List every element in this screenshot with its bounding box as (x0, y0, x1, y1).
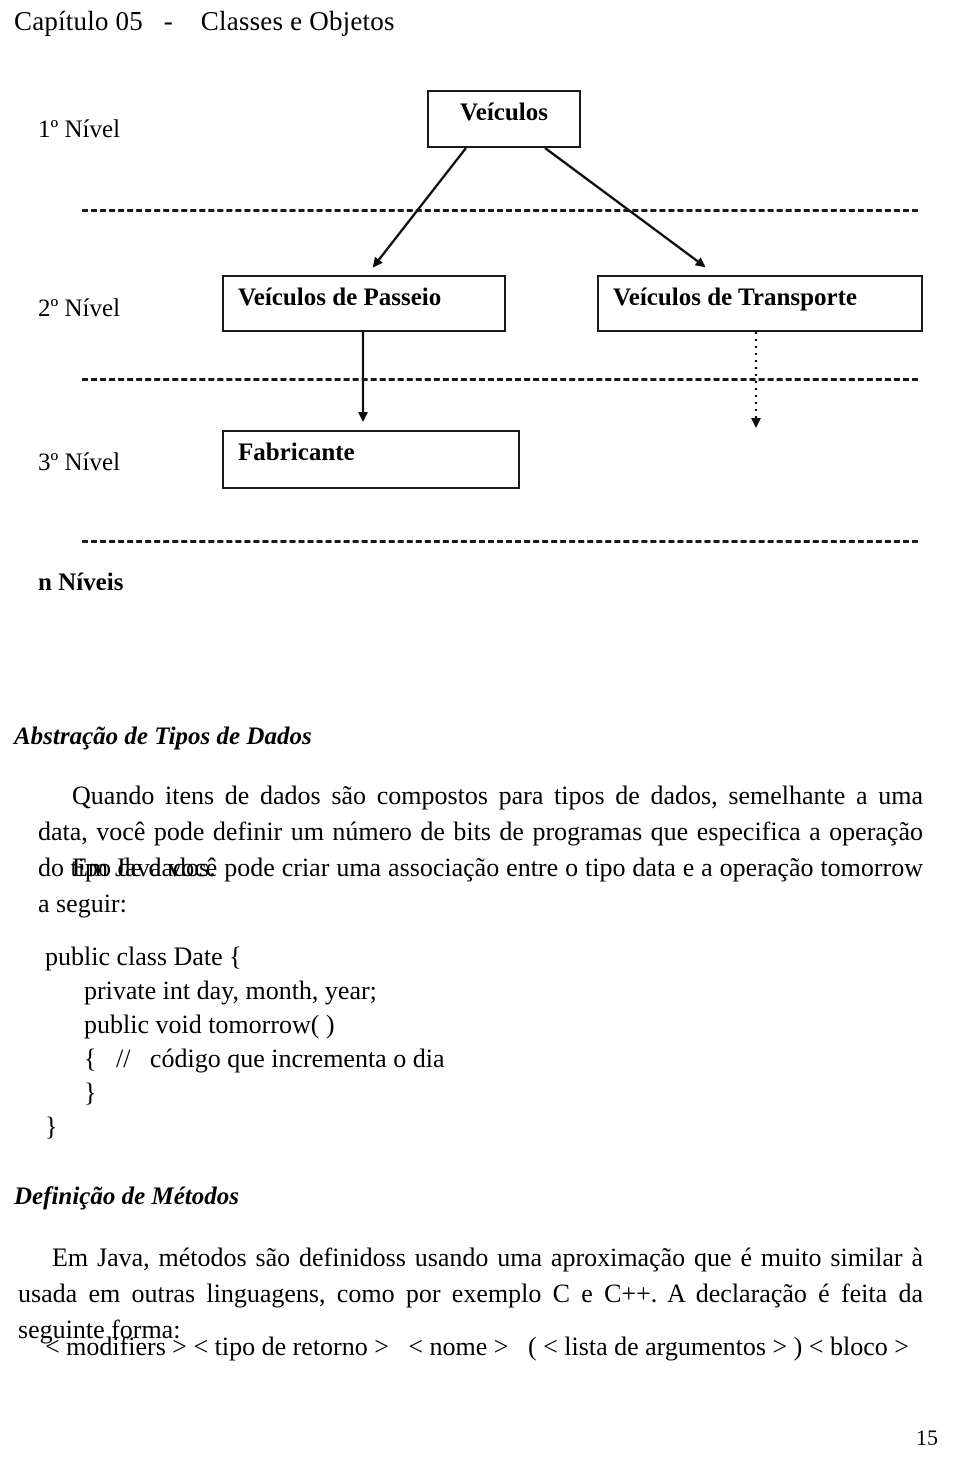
page-number: 15 (916, 1425, 938, 1450)
diagram-level-label-3: 3º Nível (38, 449, 121, 476)
diagram-separator-3 (82, 540, 918, 543)
diagram-level-label-2: 2º Nível (38, 295, 121, 322)
diagram-separator-2 (82, 378, 918, 381)
paragraph-abstracao-2-text: Em Java você pode criar uma associação e… (38, 853, 923, 918)
diagram-node-veiculos-label: Veículos (460, 99, 548, 126)
diagram-node-veiculos-de-transporte-label: Veículos de Transporte (613, 284, 857, 311)
paragraph-abstracao-2: Em Java você pode criar uma associação e… (38, 850, 923, 922)
diagram-connectors (358, 147, 761, 428)
method-declaration-syntax: < modifiers > < tipo de retorno > < nome… (45, 1332, 909, 1361)
diagram-node-veiculos-de-transporte[interactable]: Veículos de Transporte (597, 275, 923, 332)
diagram-node-fabricante[interactable]: Fabricante (222, 430, 520, 489)
diagram-node-veiculos[interactable]: Veículos (427, 90, 581, 148)
class-hierarchy-diagram: 1º Nível 2º Nível 3º Nível n Níveis Veíc… (0, 70, 960, 630)
section-heading-definicao-metodos: Definição de Métodos (14, 1183, 239, 1210)
code-block-date-class: public class Date { private int day, mon… (45, 942, 445, 1141)
connector-veiculos-to-transporte (544, 147, 706, 268)
chapter-title: Capítulo 05 - Classes e Objetos (14, 6, 395, 36)
diagram-separator-1 (82, 209, 918, 212)
connector-veiculos-to-passeio (372, 147, 467, 268)
diagram-level-label-1: 1º Nível (38, 116, 121, 143)
diagram-level-label-n: n Níveis (38, 569, 124, 596)
section-heading-abstracao: Abstração de Tipos de Dados (14, 723, 312, 750)
document-page: Capítulo 05 - Classes e Objetos 1º Nível… (0, 0, 960, 1465)
paragraph-definicao-1-text: Em Java, métodos são definidoss usando u… (18, 1243, 923, 1344)
diagram-node-fabricante-label: Fabricante (238, 439, 355, 466)
diagram-node-veiculos-de-passeio[interactable]: Veículos de Passeio (222, 275, 506, 332)
diagram-node-veiculos-de-passeio-label: Veículos de Passeio (238, 284, 442, 311)
